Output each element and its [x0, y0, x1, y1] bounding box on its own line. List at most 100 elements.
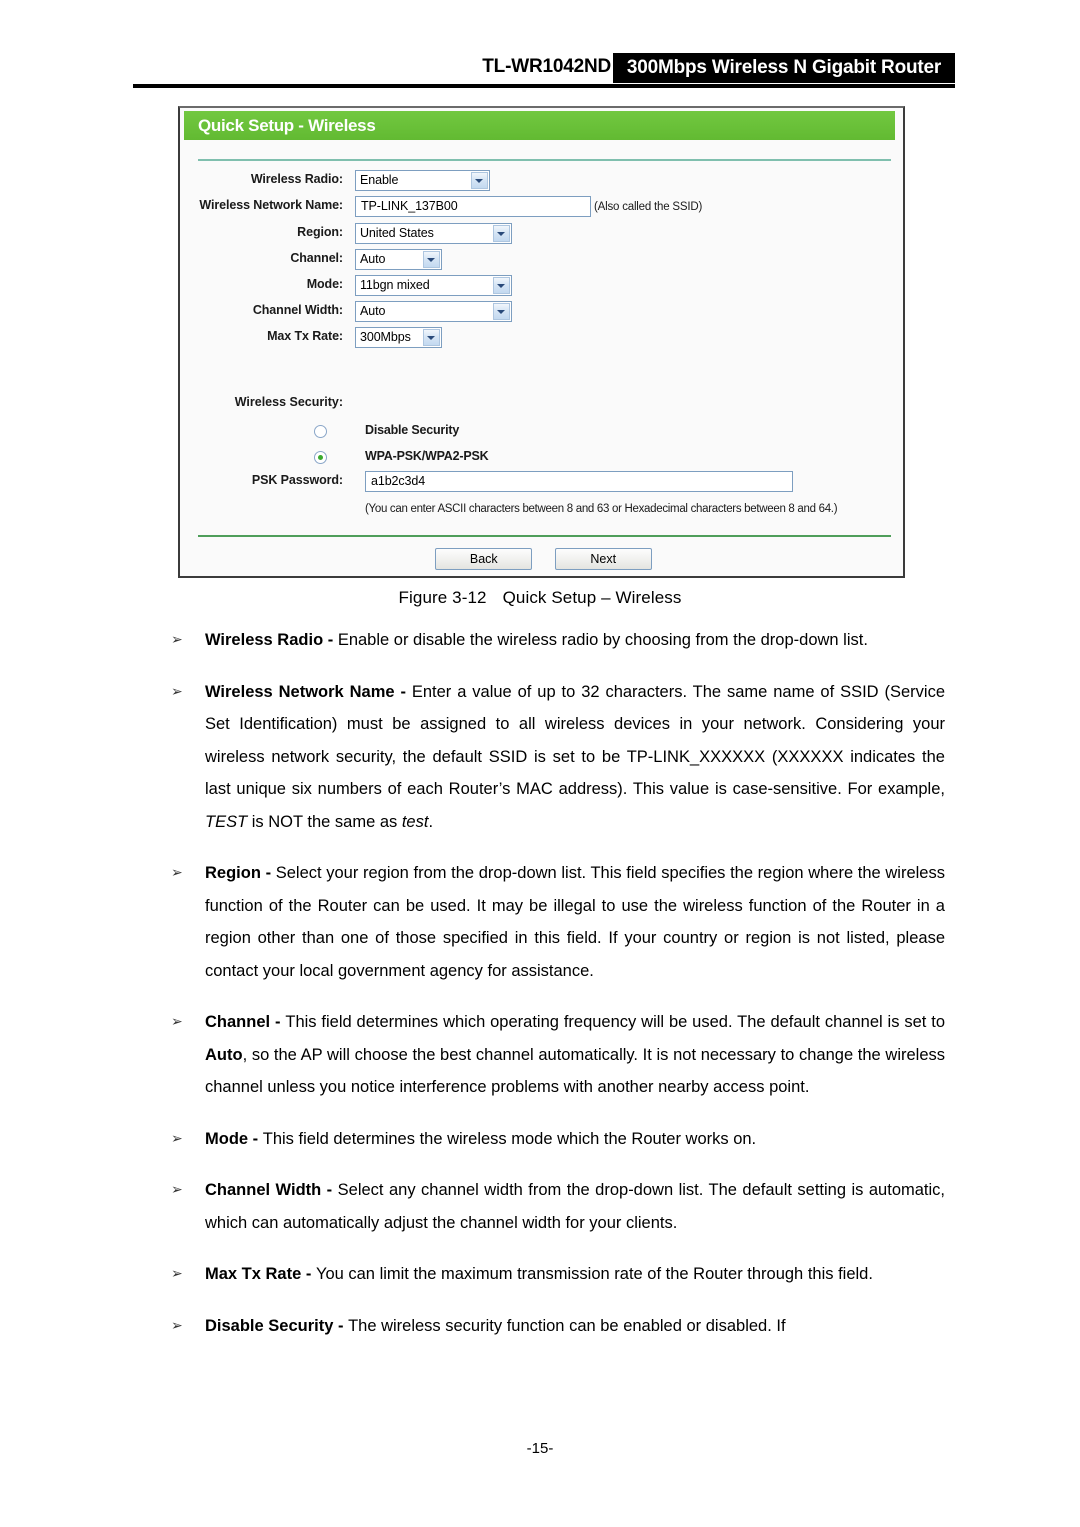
- bullet-body-wireless-network-name-3: .: [428, 812, 434, 831]
- bullet-marker-icon: ➢: [171, 1266, 183, 1282]
- chevron-down-icon[interactable]: [471, 172, 488, 189]
- panel-title-bar: Quick Setup - Wireless: [184, 111, 895, 140]
- bullet-channel: ➢ Channel - This field determines which o…: [140, 1006, 945, 1104]
- select-region[interactable]: United States: [355, 223, 512, 244]
- radio-row-disable-security[interactable]: Disable Security: [180, 421, 903, 447]
- bullet-marker-icon: ➢: [171, 632, 183, 648]
- bullet-term-wireless-radio: Wireless Radio -: [205, 631, 338, 649]
- bullet-max-tx-rate: ➢ Max Tx Rate - You can limit the maximum…: [140, 1258, 945, 1291]
- router-config-screenshot: Quick Setup - Wireless Wireless Radio: E…: [178, 106, 905, 578]
- label-channel-width: Channel Width:: [252, 303, 343, 317]
- field-row-wireless-security-title: Wireless Security:: [180, 395, 903, 421]
- bullet-term-region: Region -: [205, 864, 276, 882]
- page-number: -15-: [526, 1440, 554, 1457]
- select-max-tx-rate-value: 300Mbps: [360, 330, 411, 344]
- field-row-channel-width: Channel Width: Auto: [180, 301, 903, 329]
- bullet-body-disable-security: The wireless security function can be en…: [348, 1316, 786, 1335]
- bullet-bold-auto: Auto: [205, 1045, 243, 1064]
- radio-row-wpa-psk[interactable]: WPA-PSK/WPA2-PSK: [180, 447, 903, 473]
- field-row-psk-note: (You can enter ASCII characters between …: [180, 501, 903, 523]
- page-footer: -15-: [0, 1440, 1080, 1457]
- field-row-psk-password: PSK Password: a1b2c3d4: [180, 471, 903, 501]
- bullet-channel-width: ➢ Channel Width - Select any channel widt…: [140, 1174, 945, 1239]
- select-channel-width-value: Auto: [360, 304, 386, 318]
- bullet-body-channel-2: , so the AP will choose the best channel…: [205, 1045, 945, 1097]
- radio-disable-security[interactable]: [314, 425, 327, 438]
- figure-title: Quick Setup – Wireless: [502, 588, 682, 607]
- label-wireless-radio: Wireless Radio:: [250, 172, 343, 186]
- bullet-body-mode: This field determines the wireless mode …: [262, 1129, 757, 1148]
- select-wireless-radio[interactable]: Enable: [355, 170, 490, 191]
- page-header: TL-WR1042ND 300Mbps Wireless N Gigabit R…: [133, 53, 955, 86]
- bullet-marker-icon: ➢: [171, 683, 183, 700]
- bullet-region: ➢ Region - Select your region from the dr…: [140, 857, 945, 987]
- label-wireless-security: Wireless Security:: [234, 395, 343, 409]
- bullet-mode: ➢ Mode - This field determines the wirele…: [140, 1123, 945, 1156]
- bullet-term-channel-width: Channel Width -: [205, 1181, 338, 1199]
- bullet-marker-icon: ➢: [171, 1317, 183, 1334]
- select-mode[interactable]: 11bgn mixed: [355, 275, 512, 296]
- label-wireless-network-name: Wireless Network Name:: [199, 198, 343, 212]
- bullet-italic-test-lower: test: [401, 812, 429, 831]
- hint-ssid: (Also called the SSID): [594, 201, 703, 213]
- header-model-name: TL-WR1042ND: [482, 56, 611, 77]
- bullet-term-channel: Channel -: [205, 1013, 286, 1031]
- input-wireless-network-name-value: TP-LINK_137B00: [361, 199, 458, 213]
- select-channel[interactable]: Auto: [355, 249, 442, 270]
- figure-caption: Figure 3-12 Quick Setup – Wireless: [0, 588, 1080, 608]
- select-wireless-radio-value: Enable: [360, 173, 399, 187]
- figure-number: Figure 3-12: [398, 588, 487, 607]
- radio-wpa-psk-wpa2-psk[interactable]: [314, 451, 327, 464]
- bullet-term-disable-security: Disable Security -: [205, 1316, 349, 1335]
- bullet-term-wireless-network-name: Wireless Network Name -: [205, 682, 412, 701]
- bullet-body-wireless-radio: Enable or disable the wireless radio by …: [337, 631, 868, 649]
- bullet-marker-icon: ➢: [171, 1014, 183, 1030]
- chevron-down-icon[interactable]: [493, 303, 510, 320]
- select-channel-width[interactable]: Auto: [355, 301, 512, 322]
- radio-label-disable-security: Disable Security: [365, 423, 460, 437]
- body-text: ➢ Wireless Radio - Enable or disable the …: [140, 624, 945, 1361]
- select-max-tx-rate[interactable]: 300Mbps: [355, 327, 442, 348]
- input-wireless-network-name[interactable]: TP-LINK_137B00: [355, 196, 591, 217]
- label-channel: Channel:: [290, 251, 343, 265]
- chevron-down-icon[interactable]: [493, 277, 510, 294]
- field-row-wireless-radio: Wireless Radio: Enable: [180, 170, 903, 198]
- select-mode-value: 11bgn mixed: [360, 278, 430, 292]
- input-psk-password[interactable]: a1b2c3d4: [365, 471, 793, 492]
- header-product-label: 300Mbps Wireless N Gigabit Router: [626, 57, 942, 78]
- next-button[interactable]: Next: [554, 548, 652, 570]
- label-region: Region:: [297, 225, 343, 239]
- bullet-body-wireless-network-name-2: is NOT the same as: [247, 812, 402, 831]
- chevron-down-icon[interactable]: [423, 251, 440, 268]
- bullet-body-channel: This field determines which operating fr…: [285, 1013, 945, 1031]
- divider-top: [198, 159, 891, 161]
- header-product-band: 300Mbps Wireless N Gigabit Router: [613, 53, 955, 83]
- bullet-wireless-network-name: ➢ Wireless Network Name - Enter a value o…: [140, 676, 945, 839]
- chevron-down-icon[interactable]: [423, 329, 440, 346]
- bullet-wireless-radio: ➢ Wireless Radio - Enable or disable the …: [140, 624, 945, 657]
- field-row-max-tx-rate: Max Tx Rate: 300Mbps: [180, 327, 903, 355]
- field-row-mode: Mode: 11bgn mixed: [180, 275, 903, 303]
- field-row-wireless-network-name: Wireless Network Name: TP-LINK_137B00 (A…: [180, 196, 903, 225]
- chevron-down-icon[interactable]: [493, 225, 510, 242]
- bullet-marker-icon: ➢: [171, 1130, 183, 1147]
- field-row-region: Region: United States: [180, 223, 903, 251]
- action-button-row: Back Next: [180, 548, 907, 570]
- label-max-tx-rate: Max Tx Rate:: [267, 329, 343, 343]
- bullet-body-region: Select your region from the drop-down li…: [205, 864, 945, 980]
- bullet-body-max-tx-rate: You can limit the maximum transmission r…: [315, 1265, 873, 1283]
- bullet-marker-icon: ➢: [171, 1182, 183, 1198]
- wireless-settings-form: Wireless Radio: Enable Wireless Network …: [180, 170, 903, 523]
- header-rule: [133, 84, 955, 88]
- note-psk-password: (You can enter ASCII characters between …: [365, 503, 838, 515]
- select-region-value: United States: [360, 226, 434, 240]
- bullet-italic-test-upper: TEST: [205, 812, 248, 831]
- bullet-term-max-tx-rate: Max Tx Rate -: [205, 1265, 316, 1283]
- input-psk-password-value: a1b2c3d4: [371, 474, 426, 488]
- label-mode: Mode:: [306, 277, 343, 291]
- label-psk-password: PSK Password:: [251, 473, 343, 487]
- back-button[interactable]: Back: [435, 548, 533, 570]
- field-row-channel: Channel: Auto: [180, 249, 903, 277]
- divider-bottom: [198, 535, 891, 537]
- select-channel-value: Auto: [360, 252, 386, 266]
